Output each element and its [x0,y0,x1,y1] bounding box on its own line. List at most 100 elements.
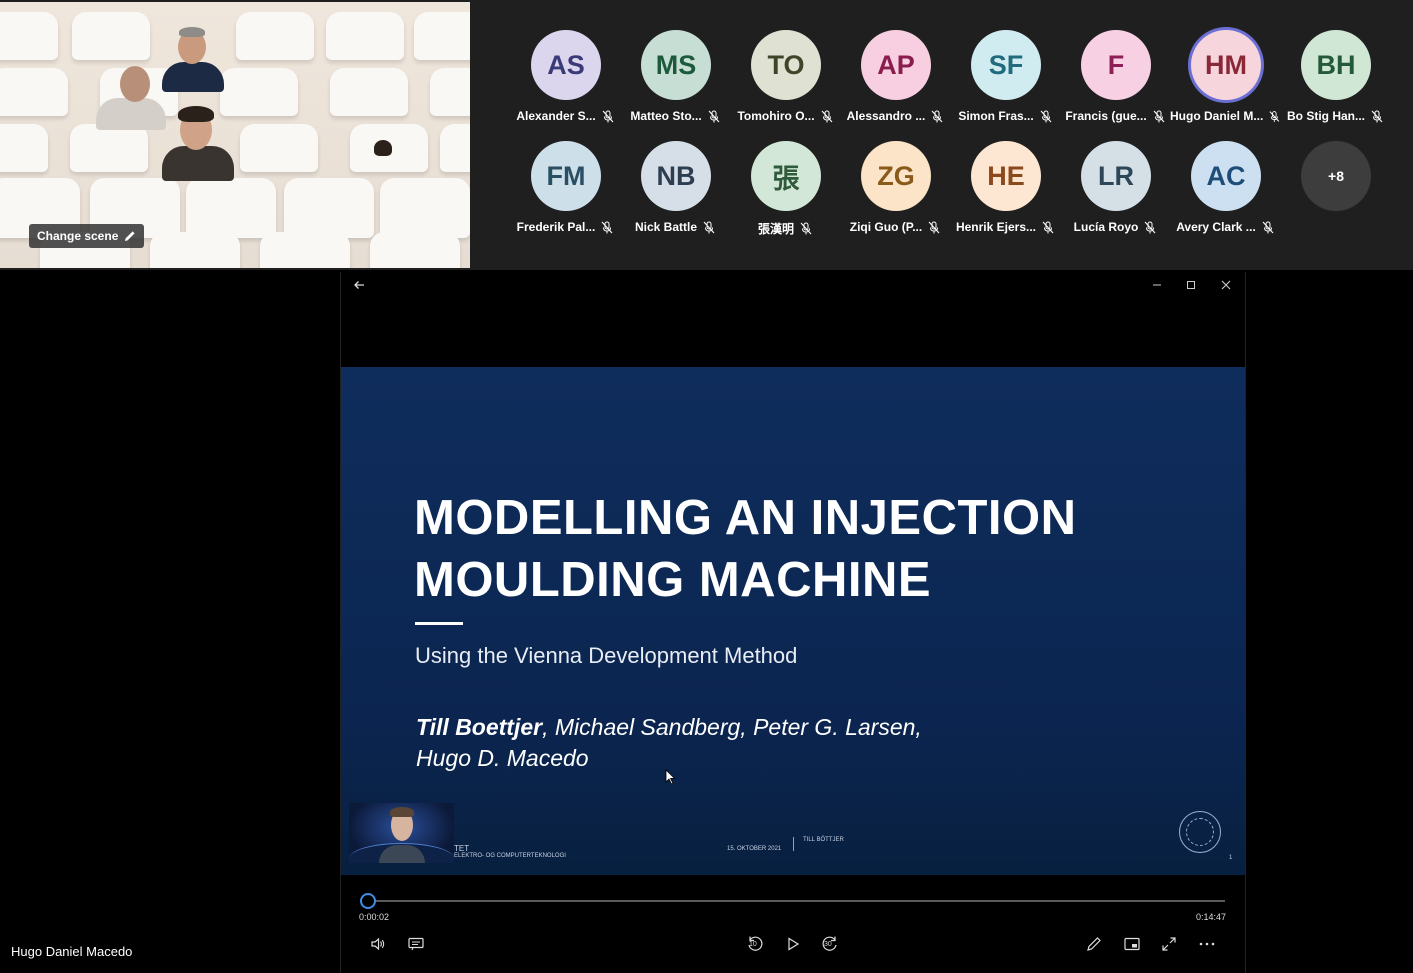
mic-muted-icon [602,110,614,122]
total-time: 0:14:47 [1196,912,1227,922]
footer-divider [793,837,794,851]
more-participants-tile[interactable]: +8 [1280,141,1390,246]
seek-bar[interactable] [367,900,1225,902]
mic-muted-icon [1269,110,1280,122]
mini-view-icon[interactable] [1120,932,1144,956]
footer-date: 15. OKTOBER 2021 [727,846,782,852]
mic-muted-icon [928,221,940,233]
volume-icon[interactable] [366,932,390,956]
participant-name: Tomohiro O... [737,109,815,123]
participant-label: Alessandro ... [840,109,950,123]
mic-muted-icon [1371,110,1383,122]
participant-tile[interactable]: NB Nick Battle [620,141,730,246]
participant-tile[interactable]: F Francis (gue... [1060,30,1170,135]
skip-forward-seconds: 30 [824,941,832,948]
participant-avatar: HE [971,141,1041,211]
participant-avatar: HM [1191,30,1261,100]
participant-label: Francis (gue... [1060,109,1170,123]
mic-muted-icon [1262,221,1274,233]
skip-back-button[interactable]: 10 [743,932,767,956]
co-authors: , Michael Sandberg, Peter G. Larsen, [542,714,922,740]
participant-label: Nick Battle [620,220,730,234]
skip-back-seconds: 10 [749,941,757,948]
participant-tile[interactable]: ZG Ziqi Guo (P... [840,141,950,246]
participant-label: Tomohiro O... [730,109,840,123]
annotate-pen-icon[interactable] [1082,932,1106,956]
participant-name: Ziqi Guo (P... [849,220,923,234]
participant-avatar: AC [1191,141,1261,211]
mic-muted-icon [821,110,832,122]
pencil-icon [125,231,135,241]
participant-label: Ziqi Guo (P... [840,220,950,234]
participant-tile[interactable]: BH Bo Stig Han... [1280,30,1390,135]
participant-avatar: ZG [861,141,931,211]
mic-muted-icon [1144,221,1156,233]
scene-participant-3 [158,106,238,181]
captions-icon[interactable] [404,932,428,956]
maximize-icon[interactable] [1182,276,1200,294]
participant-avatar: 張 [751,141,821,211]
more-options-icon[interactable] [1195,932,1219,956]
change-scene-label: Change scene [37,229,119,243]
participant-label: Lucía Royo [1060,220,1170,234]
participant-name: Simon Fras... [958,109,1034,123]
participant-tile[interactable]: SF Simon Fras... [950,30,1060,135]
fullscreen-icon[interactable] [1157,932,1181,956]
video-player: MODELLING AN INJECTION MOULDING MACHINE … [340,272,1246,973]
slide-title-line-1: MODELLING AN INJECTION [414,491,1077,545]
participant-avatar: FM [531,141,601,211]
mic-muted-icon [931,110,943,122]
lead-author: Till Boettjer [416,714,543,740]
participant-name: Alexander S... [516,109,596,123]
participant-name: Hugo Daniel M... [1170,109,1264,123]
participant-label: Avery Clark ... [1170,220,1280,234]
self-name-label: Hugo Daniel Macedo [11,944,133,959]
participant-name: Frederik Pal... [516,220,596,234]
participant-label: Alexander S... [510,109,620,123]
skip-forward-button[interactable]: 30 [818,932,842,956]
title-underline [415,622,463,625]
more-participants-count: +8 [1301,141,1371,211]
participant-tile[interactable]: LR Lucía Royo [1060,141,1170,246]
participant-name: Henrik Ejers... [955,220,1037,234]
close-icon[interactable] [1217,276,1235,294]
participant-tile[interactable]: HE Henrik Ejers... [950,141,1060,246]
minimize-icon[interactable] [1148,276,1166,294]
participant-tile[interactable]: HM Hugo Daniel M... [1170,30,1280,135]
participant-avatar: NB [641,141,711,211]
participant-tile[interactable]: TO Tomohiro O... [730,30,840,135]
participant-name: Lucía Royo [1073,220,1139,234]
participant-avatar: SF [971,30,1041,100]
footer-presenter: TILL BÖTTJER [803,837,844,843]
participant-avatar: AS [531,30,601,100]
participant-avatar: AP [861,30,931,100]
participant-tile[interactable]: AC Avery Clark ... [1170,141,1280,246]
participant-name: 張漢明 [757,222,794,236]
play-button[interactable] [781,932,805,956]
mic-muted-icon [1153,110,1165,122]
together-mode-scene: Change scene [0,2,470,268]
back-arrow-icon[interactable] [350,276,368,294]
participant-label: Matteo Sto... [620,109,730,123]
mic-muted-icon [703,221,715,233]
participant-avatar: F [1081,30,1151,100]
scene-participant-4 [372,138,396,158]
participant-name: Nick Battle [634,220,698,234]
participant-tile[interactable]: 張張漢明 [730,141,840,246]
change-scene-button[interactable]: Change scene [29,224,145,248]
participant-tile[interactable]: AS Alexander S... [510,30,620,135]
participant-tile[interactable]: MS Matteo Sto... [620,30,730,135]
mic-muted-icon [1042,221,1054,233]
participant-label: Hugo Daniel M... [1170,109,1280,123]
participant-avatar: BH [1301,30,1371,100]
participant-tile[interactable]: AP Alessandro ... [840,30,950,135]
presentation-slide: MODELLING AN INJECTION MOULDING MACHINE … [341,367,1245,875]
participant-label: 張漢明 [730,220,840,237]
mic-muted-icon [800,222,812,235]
participant-tile[interactable]: FM Frederik Pal... [510,141,620,246]
current-time: 0:00:02 [359,912,390,922]
participant-label: Frederik Pal... [510,220,620,234]
seek-thumb[interactable] [360,893,376,909]
slide-title: MODELLING AN INJECTION MOULDING MACHINE [414,487,1077,611]
presenter-video [349,803,454,863]
